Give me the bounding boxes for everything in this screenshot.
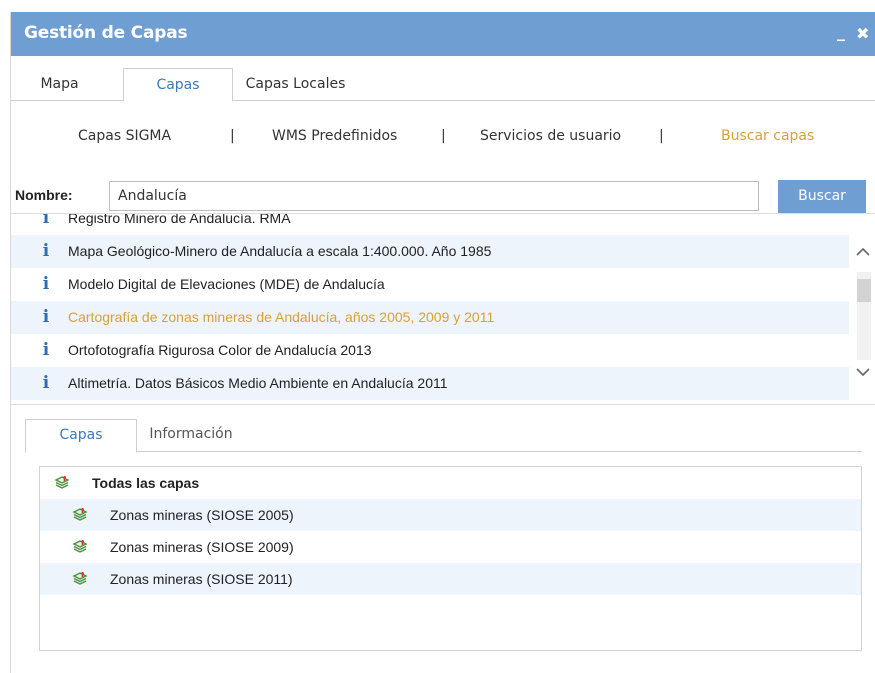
layer-row[interactable]: Zonas mineras (SIOSE 2009) <box>40 531 861 563</box>
search-row: Nombre: Buscar <box>11 180 875 214</box>
info-icon[interactable]: i <box>39 367 53 400</box>
tab-informacion[interactable]: Información <box>137 419 245 452</box>
info-icon[interactable]: i <box>39 214 53 235</box>
link-separator: | <box>230 128 235 144</box>
link-separator: | <box>659 128 664 144</box>
results-scrollbar[interactable] <box>849 214 875 404</box>
detail-tabs: Capas Información <box>25 419 862 453</box>
layer-row[interactable]: Zonas mineras (SIOSE 2005) <box>40 499 861 531</box>
main-tabs: Mapa Capas Capas Locales <box>11 68 875 102</box>
layers-stack-icon <box>72 508 88 521</box>
tab-mapa[interactable]: Mapa <box>22 68 97 101</box>
result-row[interactable]: i Registro Minero de Andalucía. RMA <box>11 213 849 235</box>
tab-capas-locales[interactable]: Capas Locales <box>233 68 358 101</box>
result-row[interactable]: i Ortofotografía Rigurosa Color de Andal… <box>11 334 849 367</box>
result-row[interactable]: i Cartografía de zonas mineras de Andalu… <box>11 301 849 334</box>
layers-stack-icon <box>72 540 88 553</box>
layer-root-row[interactable]: Todas las capas <box>40 467 861 499</box>
result-label: Altimetría. Datos Básicos Medio Ambiente… <box>68 375 448 391</box>
info-icon[interactable]: i <box>39 268 53 301</box>
scroll-track[interactable] <box>857 272 871 360</box>
tab-capas-detail[interactable]: Capas <box>25 419 137 453</box>
search-button[interactable]: Buscar <box>778 180 866 213</box>
name-label: Nombre: <box>15 187 73 203</box>
result-row[interactable]: i Modelo Digital de Elevaciones (MDE) de… <box>11 268 849 301</box>
close-icon[interactable]: ✖ <box>856 26 869 42</box>
layer-source-links: Capas SIGMA | WMS Predefinidos | Servici… <box>11 128 875 152</box>
layer-label: Zonas mineras (SIOSE 2005) <box>110 507 294 523</box>
results-list: i Registro Minero de Andalucía. RMA i Ma… <box>11 213 849 400</box>
scroll-thumb[interactable] <box>857 279 871 302</box>
result-label: Registro Minero de Andalucía. RMA <box>68 213 291 226</box>
link-servicios-usuario[interactable]: Servicios de usuario <box>480 128 621 144</box>
window-title: Gestión de Capas <box>24 23 188 43</box>
link-capas-sigma[interactable]: Capas SIGMA <box>78 128 171 144</box>
layer-detail-panel: Capas Información Todas las capas Zonas … <box>11 405 875 673</box>
result-row[interactable]: i Mapa Geológico-Minero de Andalucía a e… <box>11 235 849 268</box>
link-separator: | <box>441 128 446 144</box>
layers-stack-icon <box>72 572 88 585</box>
layer-label: Zonas mineras (SIOSE 2009) <box>110 539 294 555</box>
name-search-input[interactable] <box>109 181 759 211</box>
result-label: Modelo Digital de Elevaciones (MDE) de A… <box>68 276 385 292</box>
tab-capas[interactable]: Capas <box>123 68 233 102</box>
chevron-down-icon[interactable] <box>855 364 871 380</box>
link-wms-predefinidos[interactable]: WMS Predefinidos <box>272 128 397 144</box>
layer-row[interactable]: Zonas mineras (SIOSE 2011) <box>40 563 861 595</box>
layer-manager-window: Gestión de Capas _ ✖ Mapa Capas Capas Lo… <box>10 12 875 673</box>
minimize-icon[interactable]: _ <box>837 24 845 40</box>
layers-stack-icon <box>54 476 70 489</box>
title-bar[interactable]: Gestión de Capas _ ✖ <box>11 12 875 56</box>
link-buscar-capas[interactable]: Buscar capas <box>721 128 814 144</box>
info-icon[interactable]: i <box>39 235 53 268</box>
layer-root-label: Todas las capas <box>92 475 200 491</box>
layer-tree: Todas las capas Zonas mineras (SIOSE 200… <box>39 466 862 651</box>
chevron-up-icon[interactable] <box>855 244 871 260</box>
info-icon[interactable]: i <box>39 301 53 334</box>
search-results: i Registro Minero de Andalucía. RMA i Ma… <box>11 213 875 405</box>
layer-label: Zonas mineras (SIOSE 2011) <box>110 571 293 587</box>
result-label: Ortofotografía Rigurosa Color de Andaluc… <box>68 342 372 358</box>
result-row[interactable]: i Altimetría. Datos Básicos Medio Ambien… <box>11 367 849 400</box>
result-label: Mapa Geológico-Minero de Andalucía a esc… <box>68 243 492 259</box>
result-label: Cartografía de zonas mineras de Andalucí… <box>68 309 495 325</box>
info-icon[interactable]: i <box>39 334 53 367</box>
